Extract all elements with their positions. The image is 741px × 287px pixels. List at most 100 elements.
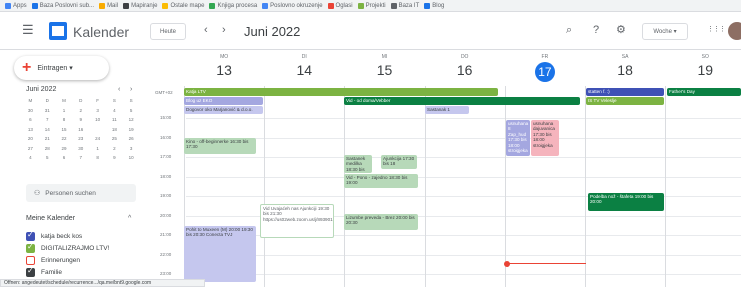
mini-day[interactable]: 6: [22, 115, 39, 125]
event[interactable]: Vid Uvajaćeh nas Ajunkciji 19:30 bis 21:…: [260, 204, 334, 238]
checkbox-icon[interactable]: [26, 256, 35, 265]
mini-day[interactable]: 9: [72, 115, 89, 125]
mini-day[interactable]: 1: [56, 106, 73, 116]
mini-day[interactable]: 23: [72, 134, 89, 144]
calendar-list-item[interactable]: DIGITALIZRAJMO LTV!: [26, 242, 109, 253]
mini-day[interactable]: 27: [22, 144, 39, 154]
mini-day[interactable]: 24: [89, 134, 106, 144]
event-allday[interactable]: Vid - od doma/Vebber: [344, 97, 580, 105]
bookmark-item[interactable]: Apps: [5, 2, 27, 9]
day-number[interactable]: 15: [344, 62, 424, 78]
apps-grid-icon[interactable]: ⋮⋮⋮: [707, 24, 726, 36]
event[interactable]: usnuhana dajuvanica 17:30 bis 18:00 stro…: [531, 120, 559, 156]
mini-day[interactable]: 20: [22, 134, 39, 144]
mini-day[interactable]: 19: [123, 125, 140, 135]
mini-day[interactable]: 2: [106, 144, 123, 154]
event-allday[interactable]: IS TV Veleslje: [586, 97, 664, 105]
day-header[interactable]: MO 13: [184, 50, 264, 86]
chevron-up-icon[interactable]: ^: [128, 215, 131, 222]
day-header[interactable]: SA 18: [585, 50, 665, 86]
event[interactable]: Lizumbe preveda - Brez 20:00 bis 20:30: [344, 214, 418, 230]
bookmark-item[interactable]: Oglasi: [327, 2, 353, 9]
event-allday[interactable]: Blog uz EKO: [184, 97, 263, 105]
mini-day[interactable]: 31: [39, 106, 56, 116]
mini-day[interactable]: 22: [56, 134, 73, 144]
create-button[interactable]: + Eintragen ▾: [14, 56, 109, 80]
search-icon[interactable]: ⌕: [566, 24, 572, 36]
mini-day[interactable]: 1: [89, 144, 106, 154]
mini-prev-icon[interactable]: ‹: [118, 86, 120, 93]
day-header[interactable]: FR 17: [505, 50, 585, 86]
day-number[interactable]: 14: [264, 62, 344, 78]
bookmark-item[interactable]: Baza IT: [390, 2, 419, 9]
calendar-list-item[interactable]: katja beck kos: [26, 230, 82, 241]
mini-day[interactable]: 11: [106, 115, 123, 125]
prev-week-icon[interactable]: ‹: [204, 25, 208, 36]
mini-day[interactable]: 3: [123, 144, 140, 154]
event[interactable]: Pohit to Muxeen (M) 20:00 19:30 bis 20:3…: [184, 226, 256, 282]
mini-day[interactable]: 5: [39, 153, 56, 163]
mini-day[interactable]: 2: [72, 106, 89, 116]
mini-day[interactable]: 18: [106, 125, 123, 135]
mini-day[interactable]: 16: [72, 125, 89, 135]
mini-day[interactable]: 15: [56, 125, 73, 135]
calendar-list-item[interactable]: Erinnerungen: [26, 256, 80, 265]
day-header[interactable]: DO 16: [425, 50, 505, 86]
event-allday[interactable]: Dogovor oko Marjanović & d.o.o.: [184, 106, 263, 114]
mini-day[interactable]: 12: [123, 115, 140, 125]
checkbox-icon[interactable]: [26, 230, 35, 241]
mini-day[interactable]: 26: [123, 134, 140, 144]
event[interactable]: Vid - Pono - zajedno 18:30 bis 19:00: [344, 174, 418, 188]
mini-day[interactable]: 17: [89, 125, 106, 135]
today-button[interactable]: Heute: [150, 23, 186, 40]
mini-day[interactable]: 3: [89, 106, 106, 116]
settings-icon[interactable]: ⚙: [616, 24, 626, 36]
day-number[interactable]: 18: [585, 62, 665, 78]
day-number[interactable]: 19: [665, 62, 741, 78]
day-header[interactable]: DI 14: [264, 50, 344, 86]
mini-day[interactable]: 14: [39, 125, 56, 135]
mini-day[interactable]: 5: [123, 106, 140, 116]
day-header[interactable]: SO 19: [665, 50, 741, 86]
people-search[interactable]: ⚇ Personen suchen: [26, 184, 136, 202]
bookmark-item[interactable]: Projekti: [357, 2, 386, 9]
mini-day[interactable]: 25: [106, 134, 123, 144]
calendar-list-item[interactable]: Familie: [26, 266, 62, 277]
event[interactable]: usnuhana 8 Zap_hud 17:30 bis 18:00 stroi…: [506, 120, 530, 156]
mini-day[interactable]: 6: [56, 153, 73, 163]
mini-day[interactable]: 4: [22, 153, 39, 163]
mini-day[interactable]: 30: [22, 106, 39, 116]
bookmark-item[interactable]: Mail: [99, 2, 118, 9]
mini-day[interactable]: 10: [89, 115, 106, 125]
mini-day[interactable]: 21: [39, 134, 56, 144]
mini-day[interactable]: 10: [123, 153, 140, 163]
avatar[interactable]: [728, 22, 741, 40]
help-icon[interactable]: ?: [593, 24, 599, 36]
bookmark-item[interactable]: Blog: [424, 2, 444, 9]
mini-day[interactable]: 30: [72, 144, 89, 154]
event-allday[interactable]: Father's Day: [667, 88, 741, 96]
day-number[interactable]: 17: [534, 62, 555, 82]
menu-icon[interactable]: ☰: [22, 23, 36, 36]
mini-day[interactable]: 13: [22, 125, 39, 135]
event[interactable]: Sastanek medilka 18:30 bis: [344, 155, 372, 173]
mini-day[interactable]: 9: [106, 153, 123, 163]
checkbox-icon[interactable]: [26, 242, 35, 253]
day-header[interactable]: MI 15: [344, 50, 424, 86]
day-number[interactable]: 16: [425, 62, 505, 78]
mini-day[interactable]: 28: [39, 144, 56, 154]
event-allday[interactable]: Katja LTV: [184, 88, 498, 96]
bookmark-item[interactable]: Knjiga procesa: [209, 2, 257, 9]
bookmark-item[interactable]: Ostale mape: [162, 2, 204, 9]
mini-day[interactable]: 7: [39, 115, 56, 125]
bookmark-item[interactable]: Baza Poslovni sub...: [31, 2, 94, 9]
event-allday[interactable]: statten f. :): [586, 88, 664, 96]
mini-day[interactable]: 29: [56, 144, 73, 154]
mini-day[interactable]: 8: [56, 115, 73, 125]
event[interactable]: Podelba nož - štafeta 19:00 bis 20:00: [588, 193, 664, 211]
mini-day[interactable]: 4: [106, 106, 123, 116]
mini-day[interactable]: 7: [72, 153, 89, 163]
event-allday[interactable]: Sastanak 1: [425, 106, 469, 114]
day-number[interactable]: 13: [184, 62, 264, 78]
event[interactable]: Kino - off-beginnerke 16:30 bis 17:30: [184, 138, 256, 154]
